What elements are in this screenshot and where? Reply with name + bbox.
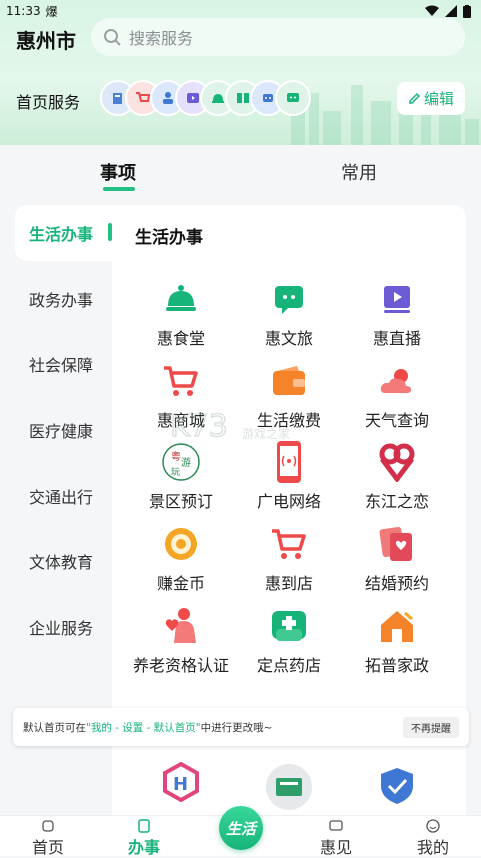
pencil-icon [409,92,421,104]
service-pension-certification[interactable]: 养老资格认证 [126,606,236,676]
service-hui-live[interactable]: 惠直播 [342,279,452,349]
nav-mine-label: 我的 [416,838,449,857]
header: 11:33 爆 惠州市 搜索服务 首页服务 编辑 [0,0,481,145]
nav-mine[interactable]: 我的 [398,816,468,858]
watermark-logo: K73 游戏之家 [170,408,290,444]
affairs-icon [109,818,179,834]
pharmacy-icon [269,606,309,646]
center-life-button[interactable]: 生活 [219,806,263,850]
wifi-icon [425,5,439,16]
sidebar-item-social-security[interactable]: 社会保障 [29,352,93,376]
city-selector[interactable]: 惠州市 [16,25,76,54]
heart-ribbon-icon [377,442,417,482]
coin-icon [161,524,201,564]
search-icon [104,29,121,46]
svg-text:K73: K73 [170,409,228,444]
edit-label: 编辑 [423,90,454,108]
sidebar-item-government[interactable]: 政务办事 [29,287,93,311]
store-cart-icon [269,524,309,564]
service-hui-tourism[interactable]: 惠文旅 [234,279,344,349]
tab-common-label: 常用 [341,163,377,184]
status-extra: 爆 [45,4,58,19]
battery-icon [463,4,471,18]
shopping-cart-icon [161,361,201,401]
scenic-badge-icon: 粤游玩 [161,442,201,482]
tab-common[interactable]: 常用 [341,159,377,185]
service-weather[interactable]: 天气查询 [342,361,452,431]
sidebar-item-transport[interactable]: 交通出行 [29,484,93,508]
svg-text:H: H [173,774,188,795]
chat-small-icon[interactable] [275,80,311,116]
svg-text:玩: 玩 [171,467,180,478]
service-pharmacy[interactable]: 定点药店 [234,606,344,676]
message-icon [301,818,371,834]
svg-text:游戏之家: 游戏之家 [242,426,290,441]
nav-affairs-label: 办事 [127,838,160,857]
search-input[interactable]: 搜索服务 [91,18,465,56]
home-services-label: 首页服务 [16,93,81,112]
service-broadcast-network[interactable]: 广电网络 [234,441,344,512]
weather-icon [377,361,417,401]
default-home-tip: 默认首页可在 "我的 - 设置 - 默认首页" 中进行更改哦~ 不再提醒 [13,708,469,746]
service-earn-coins[interactable]: 赚金币 [126,524,236,594]
id-card-icon[interactable] [266,764,312,814]
home-services-list[interactable] [100,80,320,118]
tab-items[interactable]: 事项 [100,159,136,191]
tab-items-label: 事项 [100,163,136,184]
play-icon [377,279,417,319]
svg-text:游: 游 [181,456,191,469]
search-placeholder: 搜索服务 [129,29,194,48]
nav-home-label: 首页 [31,838,64,857]
nav-meet-label: 惠见 [319,838,352,857]
nav-affairs[interactable]: 办事 [109,816,179,858]
chat-bubble-icon [269,279,309,319]
panel-title: 生活办事 [135,228,203,248]
smile-icon [398,818,468,834]
service-scenic-booking[interactable]: 粤游玩 景区预订 [126,442,236,512]
center-life-label: 生活 [225,819,256,838]
sidebar-item-culture[interactable]: 文体教育 [29,549,93,573]
elder-heart-icon [161,606,201,646]
service-hui-store[interactable]: 惠到店 [234,524,344,594]
service-housekeeping[interactable]: 拓普家政 [342,606,452,676]
clock: 11:33 [6,4,41,18]
tip-text-b: 中进行更改哦~ [200,721,273,734]
svg-text:粤: 粤 [171,450,181,463]
service-hui-canteen[interactable]: 惠食堂 [126,279,236,349]
sidebar-item-medical[interactable]: 医疗健康 [29,418,93,442]
phone-signal-icon [269,441,309,483]
sidebar-item-life[interactable]: 生活办事 [29,221,93,245]
hexagon-logo-icon[interactable]: H [161,761,201,806]
marriage-cert-icon [377,524,417,564]
service-dongjiang-love[interactable]: 东江之恋 [342,442,452,512]
nav-meet[interactable]: 惠见 [301,816,371,858]
nav-home[interactable]: 首页 [13,816,83,858]
dismiss-tip-button[interactable]: 不再提醒 [403,716,459,738]
house-clean-icon [377,606,417,646]
tip-text-highlight: "我的 - 设置 - 默认首页" [86,721,201,734]
tip-text-a: 默认首页可在 [23,721,86,734]
wallet-icon [269,361,309,401]
shield-check-icon[interactable] [378,766,416,810]
dining-bell-icon [161,279,201,319]
signal-icon [445,5,457,17]
home-icon [13,818,83,834]
edit-button[interactable]: 编辑 [397,82,465,115]
service-marriage-booking[interactable]: 结婚预约 [342,524,452,594]
sidebar-item-enterprise[interactable]: 企业服务 [29,615,93,639]
tab-indicator [103,187,135,191]
